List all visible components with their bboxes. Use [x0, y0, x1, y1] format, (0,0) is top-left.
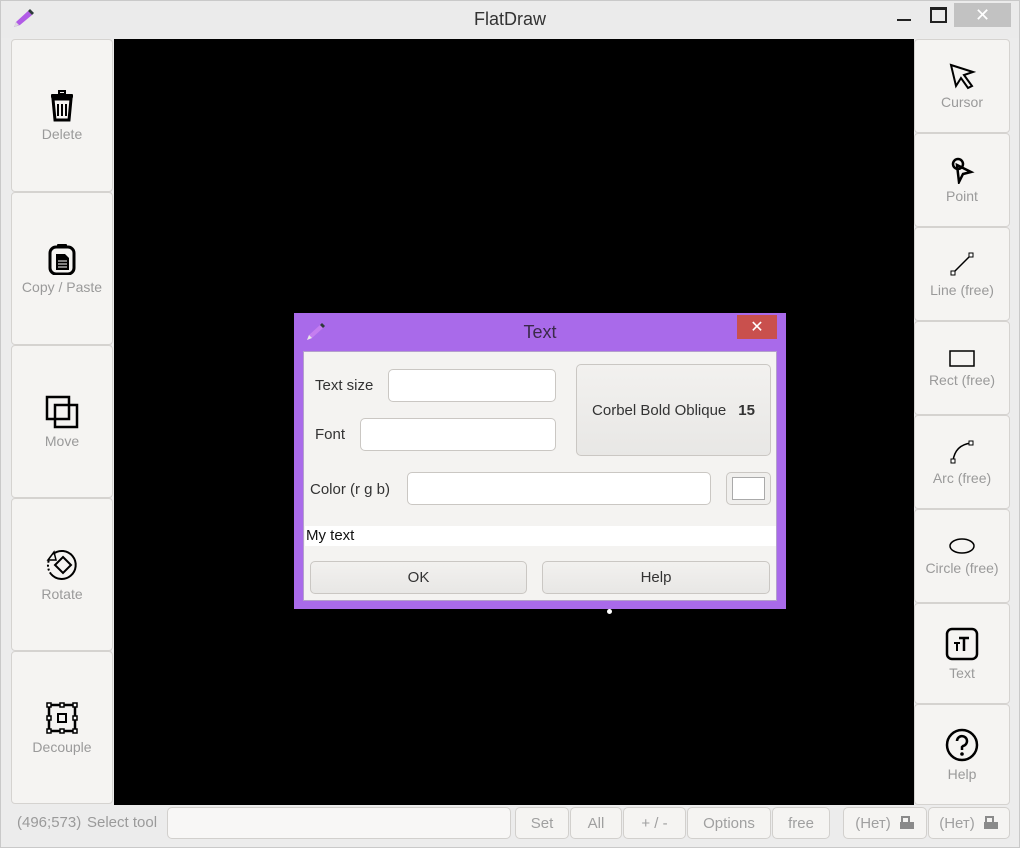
clipboard-icon	[48, 243, 76, 275]
circle-icon	[949, 538, 975, 554]
printer-icon	[899, 816, 914, 829]
cursor-icon	[949, 63, 976, 90]
options-button[interactable]: Options	[687, 807, 771, 839]
ok-label: OK	[407, 569, 430, 586]
move-icon	[45, 395, 79, 428]
color-input[interactable]	[407, 472, 711, 505]
arc-icon	[950, 440, 974, 464]
trash-icon	[51, 89, 73, 121]
decouple-icon	[46, 701, 78, 734]
status-hint: Select tool	[87, 814, 158, 831]
right-toolbar: Cursor Point Line (free) Rect (free) Arc…	[914, 39, 1010, 805]
window-title: FlatDraw	[473, 9, 546, 29]
color-swatch	[732, 477, 765, 500]
rotate-icon	[46, 549, 77, 580]
coordinates-readout: (496;573)	[17, 814, 82, 831]
tool-line[interactable]: Line (free)	[914, 227, 1010, 321]
plus-minus-button[interactable]: + / -	[623, 807, 686, 839]
text-icon	[945, 627, 979, 660]
mode-free-button[interactable]: free	[772, 807, 830, 839]
minimize-button[interactable]	[889, 3, 919, 27]
all-button[interactable]: All	[570, 807, 622, 839]
text-preview: My text	[305, 526, 776, 546]
maximize-icon	[929, 7, 947, 23]
tool-label: Line (free)	[930, 282, 994, 298]
canvas-point	[607, 609, 612, 614]
close-icon: ✕	[974, 4, 991, 25]
printer-button-1[interactable]: (Нет)	[843, 807, 927, 839]
mode-label: free	[788, 814, 814, 832]
set-button[interactable]: Set	[515, 807, 569, 839]
maximize-button[interactable]	[923, 3, 953, 27]
tool-rotate[interactable]: Rotate	[11, 498, 113, 651]
help-button[interactable]: Help	[542, 561, 770, 594]
text-dialog: Text ✕ Text size Font Corbel Bold Obliqu…	[294, 313, 786, 609]
tool-label: Circle (free)	[925, 560, 999, 576]
text-size-input[interactable]	[388, 369, 556, 402]
printer-label: (Нет)	[855, 814, 891, 832]
tool-label: Delete	[41, 125, 83, 142]
title-bar: FlatDraw ✕	[1, 1, 1019, 38]
plus-minus-label: + / -	[641, 814, 668, 832]
text-size-label: Text size	[315, 377, 374, 394]
options-label: Options	[703, 814, 755, 832]
tool-arc[interactable]: Arc (free)	[914, 415, 1010, 509]
dialog-body: Text size Font Corbel Bold Oblique 15 Co…	[303, 351, 777, 601]
printer-icon	[983, 816, 998, 829]
close-button[interactable]: ✕	[954, 3, 1011, 27]
all-label: All	[587, 814, 605, 832]
close-icon: ✕	[750, 319, 764, 336]
tool-delete[interactable]: Delete	[11, 39, 113, 192]
font-label: Font	[315, 426, 346, 443]
left-toolbar: Delete Copy / Paste Move Rotate Decouple	[11, 39, 114, 804]
help-icon	[945, 728, 979, 761]
help-label: Help	[640, 569, 672, 586]
tool-label: Cursor	[940, 94, 983, 110]
tool-rect[interactable]: Rect (free)	[914, 321, 1010, 415]
font-input[interactable]	[360, 418, 556, 451]
tool-label: Move	[44, 432, 80, 449]
point-icon	[951, 157, 975, 184]
ok-button[interactable]: OK	[310, 561, 527, 594]
dialog-close-button[interactable]: ✕	[737, 315, 777, 339]
font-name: Corbel Bold Oblique	[592, 401, 727, 419]
tool-point[interactable]: Point	[914, 133, 1010, 227]
font-size: 15	[738, 401, 755, 419]
tool-cursor[interactable]: Cursor	[914, 39, 1010, 133]
command-input[interactable]	[167, 807, 511, 839]
tool-circle[interactable]: Circle (free)	[914, 509, 1010, 603]
color-picker-button[interactable]	[726, 472, 771, 505]
tool-text[interactable]: Text	[914, 603, 1010, 704]
minimize-icon	[897, 19, 911, 21]
tool-label: Rect (free)	[928, 372, 996, 388]
tool-label: Text	[949, 664, 975, 681]
tool-label: Rotate	[41, 585, 83, 602]
tool-copy-paste[interactable]: Copy / Paste	[11, 192, 113, 345]
tool-help[interactable]: Help	[914, 704, 1010, 805]
color-label: Color (r g b)	[310, 481, 391, 498]
set-label: Set	[530, 814, 554, 832]
tool-label: Point	[946, 188, 978, 204]
status-bar: (496;573) Select tool Set All + / - Opti…	[11, 805, 1011, 841]
tool-label: Decouple	[32, 738, 92, 755]
tool-label: Arc (free)	[932, 470, 992, 486]
font-chooser-button[interactable]: Corbel Bold Oblique 15	[576, 364, 771, 456]
tool-label: Help	[947, 765, 977, 782]
line-icon	[950, 252, 974, 276]
printer-button-2[interactable]: (Нет)	[928, 807, 1010, 839]
tool-label: Copy / Paste	[21, 278, 103, 295]
tool-decouple[interactable]: Decouple	[11, 651, 113, 804]
tool-move[interactable]: Move	[11, 345, 113, 498]
rect-icon	[949, 350, 975, 367]
printer-label: (Нет)	[939, 814, 975, 832]
dialog-title: Text	[523, 322, 557, 342]
